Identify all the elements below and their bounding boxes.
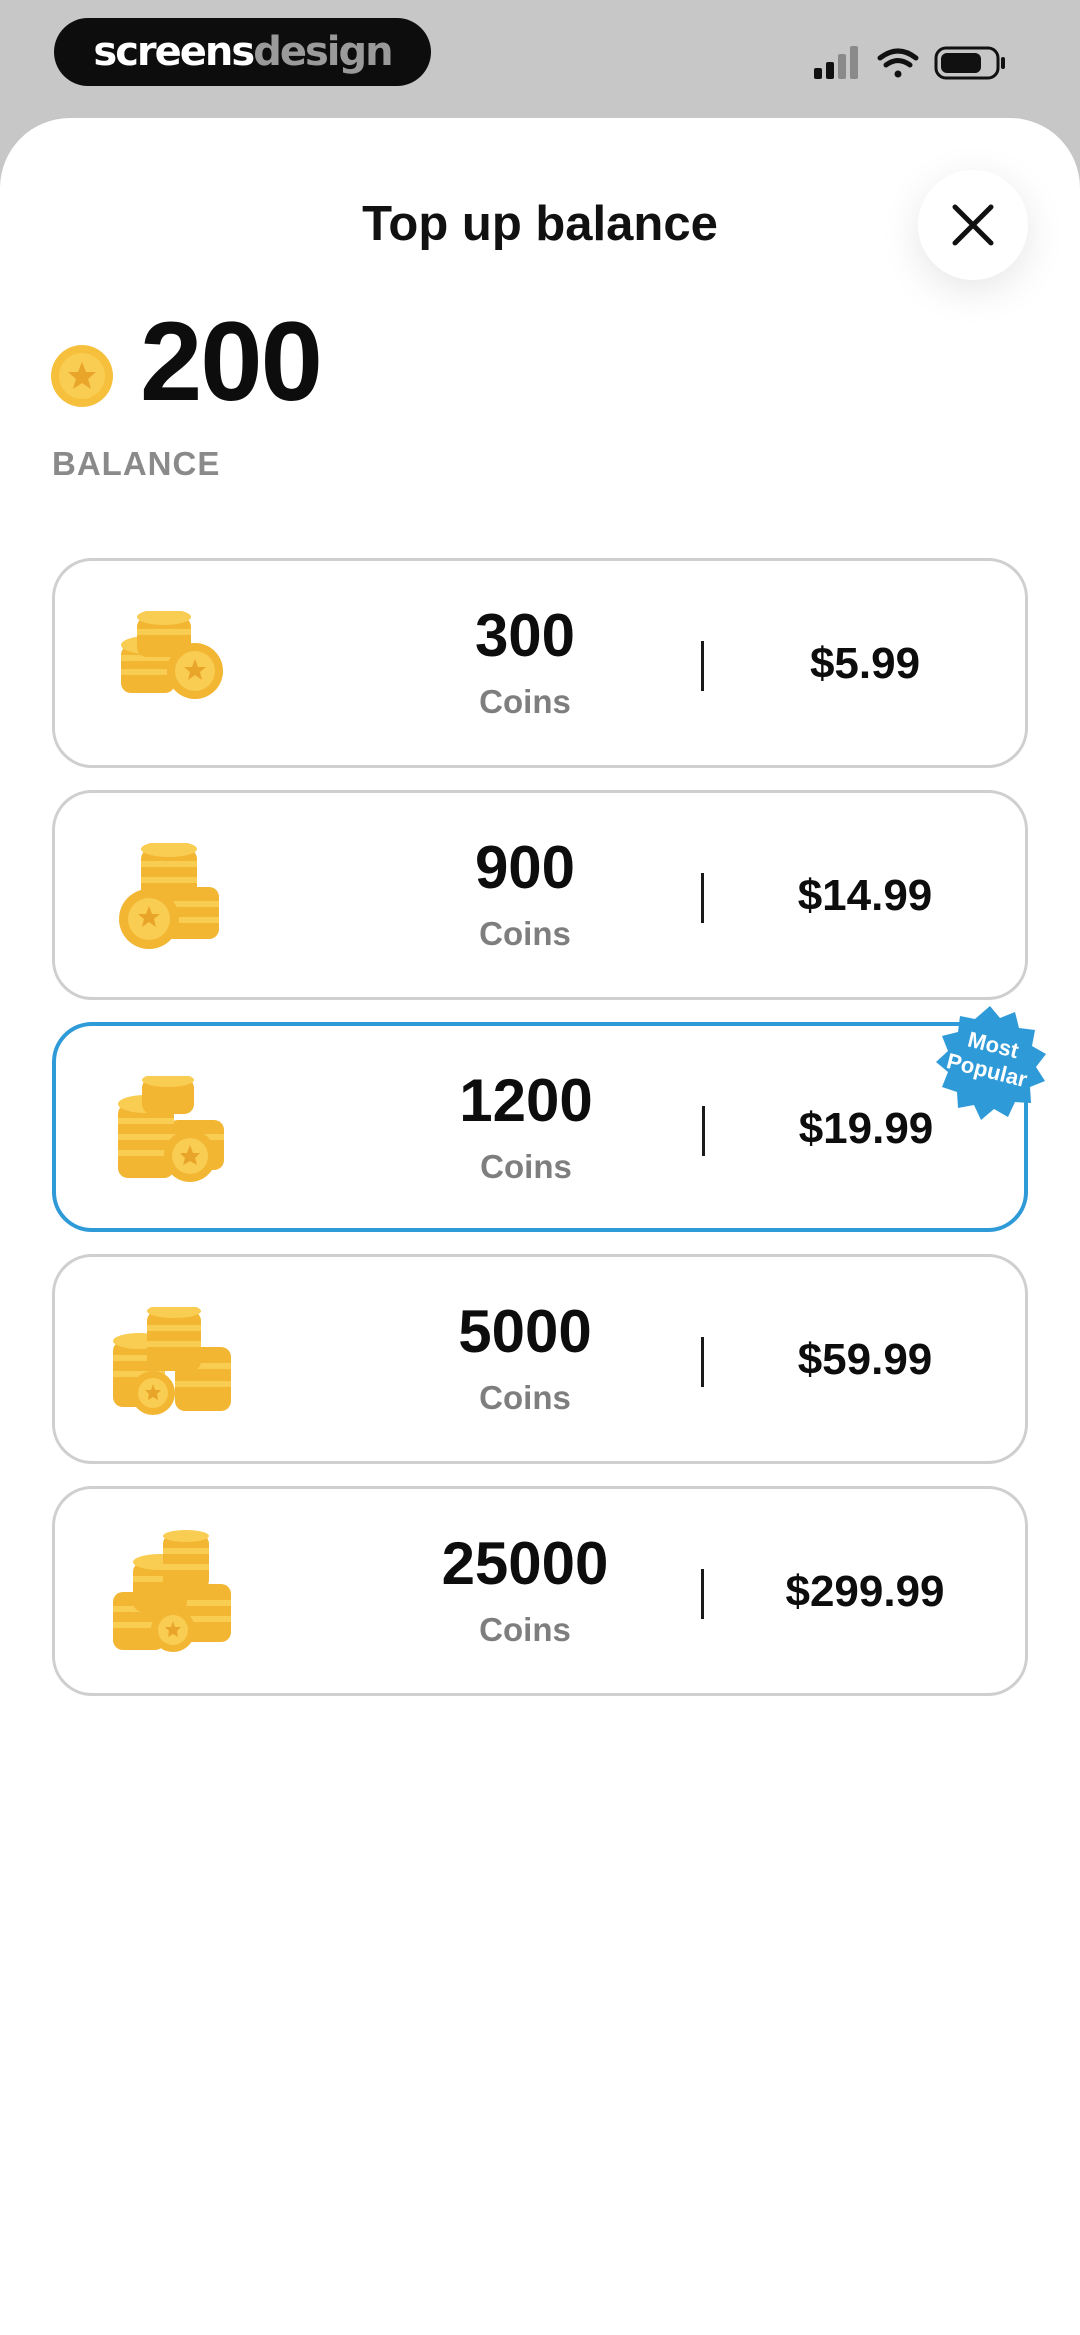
package-price: $14.99 [797,871,933,920]
coin-stack-icon [118,1076,224,1182]
coin-icon [51,345,113,407]
package-unit: Coins [479,1379,571,1416]
screensdesign-logo: screens design [54,18,431,86]
status-bar: screens design [0,0,1080,118]
most-popular-badge: Most Popular [928,1002,1052,1126]
divider [701,641,704,691]
package-option-900[interactable]: 900 Coins $14.99 [52,790,1028,1000]
battery-icon [934,46,1005,80]
status-icons [814,42,1014,82]
package-price: $5.99 [809,639,921,688]
package-unit: Coins [479,1611,571,1648]
wifi-icon [877,48,919,78]
package-amount: 300 [474,602,576,669]
package-amount: 900 [474,834,576,901]
package-price: $299.99 [785,1567,945,1616]
balance-label: BALANCE [52,445,221,482]
cellular-signal-icon [814,46,858,79]
top-up-sheet: Top up balance 200 BALANCE 300 Coins $5.… [0,118,1080,2335]
package-amount: 1200 [459,1067,593,1134]
balance-value: 200 [140,299,323,424]
package-amount: 25000 [441,1530,609,1597]
package-option-5000[interactable]: 5000 Coins $59.99 [52,1254,1028,1464]
coin-stack-icon [119,843,219,949]
package-amount: 5000 [458,1298,592,1365]
package-option-300[interactable]: 300 Coins $5.99 [52,558,1028,768]
package-unit: Coins [479,915,571,952]
close-button[interactable] [918,170,1028,280]
coin-stack-icon [121,611,223,699]
divider [702,1106,705,1156]
divider [701,1569,704,1619]
coin-stack-icon [113,1530,231,1652]
package-option-25000[interactable]: 25000 Coins $299.99 [52,1486,1028,1696]
logo-text-design: design [253,29,393,75]
package-list: 300 Coins $5.99 900 Coins $14.99 1200 Co… [52,558,1046,1718]
package-unit: Coins [479,683,571,720]
divider [701,873,704,923]
coin-stack-icon [113,1307,231,1415]
close-icon [952,204,994,246]
divider [701,1337,704,1387]
package-unit: Coins [480,1148,572,1185]
package-price: $59.99 [797,1335,933,1384]
logo-text-screens: screens [93,29,255,75]
package-option-1200[interactable]: 1200 Coins $19.99 Most Popular [52,1006,1046,1232]
